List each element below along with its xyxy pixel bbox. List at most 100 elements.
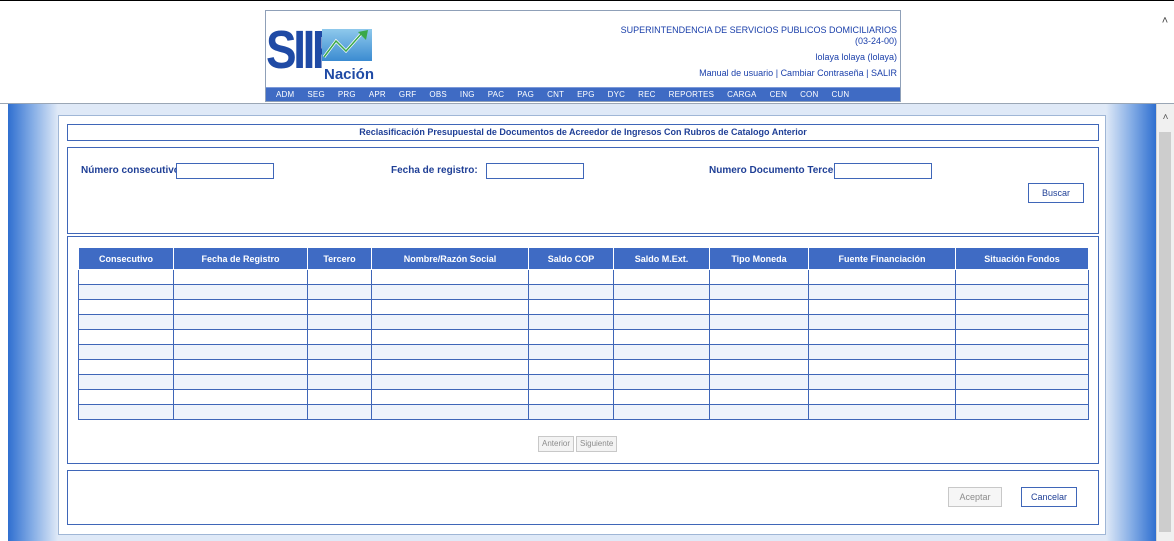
table-cell — [173, 344, 308, 360]
table-header-row: Consecutivo Fecha de Registro Tercero No… — [78, 247, 1089, 270]
table-cell — [78, 269, 174, 285]
change-password-link[interactable]: Cambiar Contraseña — [781, 68, 864, 78]
table-cell — [709, 314, 809, 330]
table-cell — [808, 329, 956, 345]
search-button[interactable]: Buscar — [1028, 183, 1084, 203]
table-cell — [709, 404, 809, 420]
table-cell — [371, 299, 529, 315]
table-cell — [709, 269, 809, 285]
menu-item-prg[interactable]: PRG — [338, 90, 356, 99]
table-row[interactable] — [78, 284, 1089, 300]
table-cell — [78, 284, 174, 300]
table-cell — [371, 344, 529, 360]
table-row[interactable] — [78, 404, 1089, 420]
table-cell — [528, 329, 614, 345]
table-cell — [307, 359, 372, 375]
consecutivo-input[interactable] — [176, 163, 274, 179]
next-page-button[interactable]: Siguiente — [576, 435, 618, 452]
menu-item-apr[interactable]: APR — [369, 90, 386, 99]
table-row[interactable] — [78, 344, 1089, 360]
content-frame: Reclasificación Presupuestal de Document… — [58, 115, 1106, 535]
vertical-scrollbar[interactable]: ˄ — [1156, 104, 1174, 541]
menu-item-pac[interactable]: PAC — [488, 90, 504, 99]
table-cell — [613, 359, 710, 375]
column-header: Situación Fondos — [955, 247, 1089, 270]
menu-item-seg[interactable]: SEG — [307, 90, 325, 99]
fecha-registro-input[interactable] — [486, 163, 584, 179]
fecha-registro-label: Fecha de registro: — [391, 165, 478, 176]
table-cell — [307, 404, 372, 420]
documento-tercero-input[interactable] — [834, 163, 932, 179]
menu-item-dyc[interactable]: DYC — [608, 90, 626, 99]
menu-item-cnt[interactable]: CNT — [547, 90, 564, 99]
table-cell — [613, 344, 710, 360]
table-cell — [613, 389, 710, 405]
table-row[interactable] — [78, 314, 1089, 330]
table-cell — [709, 284, 809, 300]
menu-item-reportes[interactable]: REPORTES — [669, 90, 714, 99]
menu-item-obs[interactable]: OBS — [429, 90, 447, 99]
scroll-thumb[interactable] — [1159, 132, 1171, 532]
table-body — [78, 269, 1089, 420]
table-row[interactable] — [78, 269, 1089, 285]
previous-page-button[interactable]: Anterior — [538, 435, 575, 452]
menu-item-rec[interactable]: REC — [638, 90, 656, 99]
column-header: Consecutivo — [78, 247, 174, 270]
table-cell — [613, 329, 710, 345]
menu-item-adm[interactable]: ADM — [276, 90, 294, 99]
table-cell — [528, 389, 614, 405]
table-row[interactable] — [78, 389, 1089, 405]
cancel-button[interactable]: Cancelar — [1021, 487, 1077, 507]
menu-item-cen[interactable]: CEN — [770, 90, 788, 99]
menu-item-carga[interactable]: CARGA — [727, 90, 756, 99]
menu-item-grf[interactable]: GRF — [399, 90, 417, 99]
table-row[interactable] — [78, 374, 1089, 390]
menu-item-con[interactable]: CON — [800, 90, 818, 99]
table-cell — [173, 329, 308, 345]
logo-subtitle: Nación — [324, 66, 375, 83]
table-cell — [808, 404, 956, 420]
table-cell — [808, 389, 956, 405]
header-banner: SIIF Nación SUPERINTENDENCIA DE SERVICIO… — [265, 10, 901, 102]
table-cell — [528, 404, 614, 420]
table-row[interactable] — [78, 299, 1089, 315]
table-cell — [78, 404, 174, 420]
pagination: Anterior Siguiente — [538, 433, 619, 452]
table-row[interactable] — [78, 329, 1089, 345]
link-separator: | — [775, 68, 779, 78]
table-cell — [371, 359, 529, 375]
table-cell — [955, 389, 1089, 405]
menu-item-cun[interactable]: CUN — [831, 90, 849, 99]
accept-button[interactable]: Aceptar — [948, 487, 1002, 507]
table-cell — [78, 344, 174, 360]
logout-link[interactable]: SALIR — [871, 68, 897, 78]
table-cell — [528, 269, 614, 285]
entity-name: SUPERINTENDENCIA DE SERVICIOS PUBLICOS D… — [620, 25, 897, 35]
scroll-up-icon[interactable]: ˄ — [1157, 112, 1174, 126]
table-cell — [709, 374, 809, 390]
table-row[interactable] — [78, 359, 1089, 375]
table-cell — [307, 374, 372, 390]
menu-item-pag[interactable]: PAG — [517, 90, 534, 99]
table-cell — [307, 314, 372, 330]
menu-item-ing[interactable]: ING — [460, 90, 475, 99]
menu-item-epg[interactable]: EPG — [577, 90, 595, 99]
column-header: Tipo Moneda — [709, 247, 809, 270]
caret-up-icon: ˄ — [1161, 15, 1169, 27]
column-header: Tercero — [307, 247, 372, 270]
table-cell — [808, 299, 956, 315]
table-cell — [955, 404, 1089, 420]
table-cell — [528, 284, 614, 300]
table-cell — [528, 359, 614, 375]
manual-link[interactable]: Manual de usuario — [699, 68, 773, 78]
table-cell — [709, 359, 809, 375]
table-cell — [307, 299, 372, 315]
link-separator: | — [866, 68, 869, 78]
consecutivo-label: Número consecutivo: — [81, 165, 184, 176]
table-cell — [173, 314, 308, 330]
siif-logo: SIIF Nación — [266, 19, 376, 87]
table-cell — [78, 374, 174, 390]
table-cell — [371, 284, 529, 300]
column-header: Nombre/Razón Social — [371, 247, 529, 270]
main-menu: ADM SEG PRG APR GRF OBS ING PAC PAG CNT … — [266, 87, 900, 101]
